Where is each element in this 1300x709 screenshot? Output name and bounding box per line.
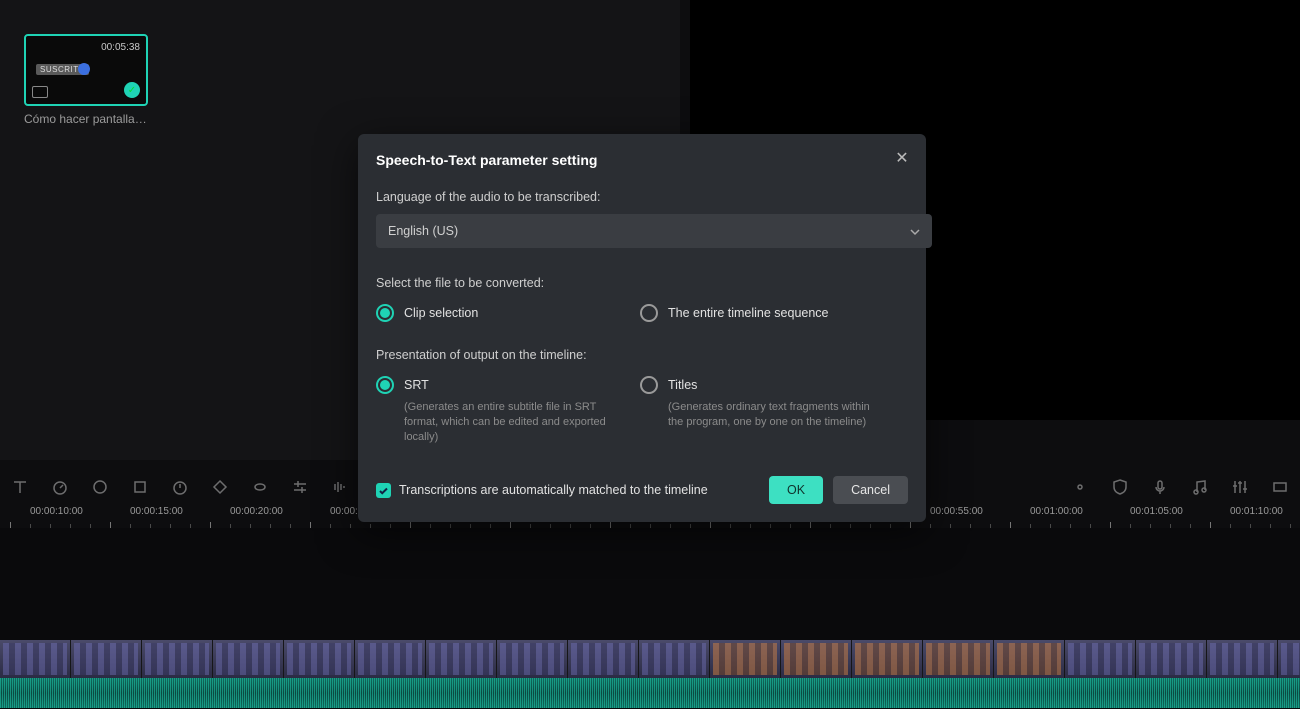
radio-label: Titles: [668, 378, 697, 392]
file-select-label: Select the file to be converted:: [376, 276, 908, 290]
radio-titles[interactable]: Titles: [640, 376, 908, 394]
cancel-label: Cancel: [851, 483, 890, 497]
radio-icon: [640, 376, 658, 394]
auto-match-label: Transcriptions are automatically matched…: [399, 483, 759, 497]
language-value: English (US): [388, 224, 458, 238]
auto-match-checkbox[interactable]: [376, 483, 391, 498]
radio-label: The entire timeline sequence: [668, 306, 829, 320]
radio-icon: [376, 304, 394, 322]
cancel-button[interactable]: Cancel: [833, 476, 908, 504]
radio-clip-selection[interactable]: Clip selection: [376, 304, 640, 322]
radio-entire-timeline[interactable]: The entire timeline sequence: [640, 304, 908, 322]
radio-label: Clip selection: [404, 306, 478, 320]
radio-label: SRT: [404, 378, 429, 392]
language-select[interactable]: English (US): [376, 214, 932, 248]
srt-description: (Generates an entire subtitle file in SR…: [404, 400, 624, 445]
radio-icon: [376, 376, 394, 394]
ok-button[interactable]: OK: [769, 476, 823, 504]
speech-to-text-dialog: Speech-to-Text parameter setting ✕ Langu…: [358, 134, 926, 522]
modal-overlay: Speech-to-Text parameter setting ✕ Langu…: [0, 0, 1300, 709]
language-label: Language of the audio to be transcribed:: [376, 190, 908, 204]
chevron-down-icon: [910, 227, 920, 237]
close-icon[interactable]: ✕: [892, 148, 912, 168]
presentation-label: Presentation of output on the timeline:: [376, 348, 908, 362]
radio-srt[interactable]: SRT: [376, 376, 640, 394]
ok-label: OK: [787, 483, 805, 497]
titles-description: (Generates ordinary text fragments withi…: [668, 400, 888, 430]
dialog-title: Speech-to-Text parameter setting: [376, 152, 597, 168]
radio-icon: [640, 304, 658, 322]
